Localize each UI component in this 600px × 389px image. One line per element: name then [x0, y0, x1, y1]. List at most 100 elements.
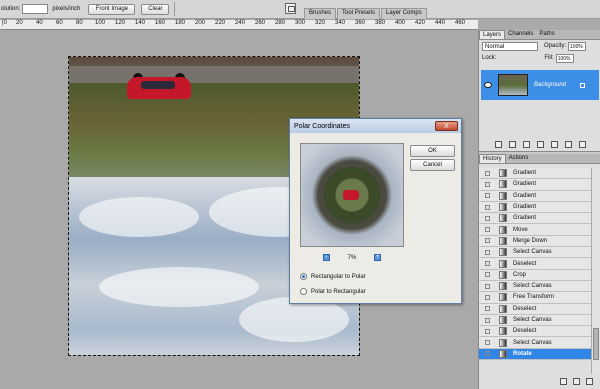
layer-row-background[interactable]: Background	[481, 70, 599, 100]
history-brush-source-icon[interactable]	[485, 238, 490, 244]
history-item[interactable]: Deselect	[479, 258, 591, 270]
history-brush-source-icon[interactable]	[485, 181, 490, 187]
history-item[interactable]: Gradient	[479, 190, 591, 202]
ruler-label: 320	[315, 20, 326, 26]
workspace-icon[interactable]	[285, 3, 296, 14]
options-separator	[174, 2, 176, 16]
snapshot-icon[interactable]	[573, 377, 580, 385]
zoom-out-icon[interactable]: -	[322, 254, 330, 261]
history-item[interactable]: Gradient	[479, 213, 591, 225]
ruler-label: 280	[275, 20, 286, 26]
history-item[interactable]: Deselect	[479, 326, 591, 338]
history-brush-source-icon[interactable]	[485, 351, 490, 357]
history-brush-source-icon[interactable]	[485, 317, 490, 323]
history-item[interactable]: Merge Down	[479, 235, 591, 248]
zoom-controls: - 7% +	[300, 254, 404, 261]
folder-icon[interactable]	[550, 140, 558, 148]
mask-icon[interactable]	[522, 140, 530, 148]
clear-button[interactable]: Clear	[141, 3, 170, 15]
tab-layer-comps[interactable]: Layer Comps	[381, 8, 427, 19]
resolution-input[interactable]	[22, 4, 49, 14]
history-brush-source-icon[interactable]	[485, 204, 490, 210]
history-list: Gradient Gradient Gradient Gradient Gradient…	[479, 168, 591, 361]
trash-icon[interactable]	[586, 377, 593, 385]
ruler-label: 300	[295, 20, 306, 26]
panel-well: Brushes Tool Presets Layer Comps	[304, 8, 428, 19]
history-item[interactable]: Select Canvas	[479, 280, 591, 293]
history-brush-source-icon[interactable]	[485, 283, 490, 289]
history-brush-source-icon[interactable]	[485, 328, 490, 334]
history-item[interactable]: Rotate	[479, 348, 591, 361]
tab-channels[interactable]: Channels	[505, 30, 536, 39]
adjustment-icon[interactable]	[536, 140, 544, 148]
history-item-label: Merge Down	[513, 237, 548, 244]
top-ruler: |0 20 40 60 80 100 120 140 160 180 200 2…	[0, 20, 478, 30]
history-brush-source-icon[interactable]	[485, 193, 490, 199]
resolution-units-select[interactable]: pixels/inch	[52, 6, 80, 12]
history-item-label: Select Canvas	[513, 249, 552, 256]
history-item[interactable]: Gradient	[479, 179, 591, 191]
zoom-in-icon[interactable]: +	[374, 254, 382, 261]
ruler-label: 400	[395, 20, 406, 26]
history-item[interactable]: Move	[479, 224, 591, 236]
tab-history[interactable]: History	[479, 154, 506, 163]
history-item[interactable]: Crop	[479, 269, 591, 281]
history-item-label: Select Canvas	[513, 339, 552, 346]
history-brush-source-icon[interactable]	[485, 272, 490, 278]
history-item[interactable]: Select Canvas	[479, 314, 591, 327]
tab-paths[interactable]: Paths	[536, 30, 557, 39]
history-brush-source-icon[interactable]	[485, 249, 490, 255]
history-scrollbar[interactable]	[591, 168, 600, 374]
history-brush-source-icon[interactable]	[485, 227, 490, 233]
history-state-icon	[499, 248, 507, 257]
dialog-titlebar[interactable]: Polar Coordinates X	[290, 119, 461, 133]
radio-button-icon[interactable]	[300, 273, 307, 280]
history-item[interactable]: Select Canvas	[479, 337, 591, 349]
ruler-label: 380	[375, 20, 386, 26]
ok-button[interactable]: OK	[410, 145, 455, 157]
layers-tabs: Layers Channels Paths	[479, 30, 600, 40]
tab-tool-presets[interactable]: Tool Presets	[337, 8, 381, 19]
opacity-input[interactable]: 100%	[568, 41, 587, 51]
history-item[interactable]: Gradient	[479, 201, 591, 214]
radio-label: Rectangular to Polar	[311, 273, 366, 280]
history-brush-source-icon[interactable]	[485, 294, 490, 300]
history-item[interactable]: Gradient	[479, 168, 591, 180]
radio-button-icon[interactable]	[300, 288, 307, 295]
new-document-icon[interactable]	[560, 377, 567, 385]
history-state-icon	[499, 169, 507, 178]
front-image-button[interactable]: Front Image	[88, 3, 136, 15]
history-item-label: Crop	[513, 271, 527, 278]
close-icon[interactable]: X	[435, 121, 458, 131]
cancel-button[interactable]: Cancel	[410, 159, 455, 171]
history-state-icon	[499, 225, 507, 234]
tab-actions[interactable]: Actions	[506, 154, 532, 163]
history-brush-source-icon[interactable]	[485, 340, 490, 346]
trash-icon[interactable]	[578, 140, 586, 148]
new-layer-icon[interactable]	[564, 140, 572, 148]
radio-rect-to-polar[interactable]: Rectangular to Polar	[300, 273, 366, 280]
filter-preview[interactable]	[300, 143, 404, 247]
history-item-label: Move	[513, 226, 528, 233]
fx-icon[interactable]	[508, 140, 516, 148]
radio-polar-to-rect[interactable]: Polar to Rectangular	[300, 288, 366, 295]
history-item-label: Deselect	[513, 260, 537, 267]
history-brush-source-icon[interactable]	[485, 170, 490, 176]
history-brush-source-icon[interactable]	[485, 306, 490, 312]
ruler-label: 420	[415, 20, 426, 26]
zoom-level: 7%	[347, 254, 357, 261]
tab-layers[interactable]: Layers	[479, 30, 506, 39]
history-state-icon	[499, 293, 507, 302]
history-brush-source-icon[interactable]	[485, 215, 490, 221]
resolution-label: olution:	[1, 6, 21, 12]
history-item[interactable]: Free Transform	[479, 292, 591, 304]
history-item[interactable]: Select Canvas	[479, 247, 591, 259]
tab-brushes[interactable]: Brushes	[304, 8, 337, 19]
link-icon[interactable]	[494, 140, 502, 148]
history-item[interactable]: Deselect	[479, 303, 591, 315]
fill-input[interactable]: 100%	[555, 53, 574, 63]
eye-icon[interactable]	[484, 82, 492, 88]
blend-mode-select[interactable]: Normal	[482, 41, 538, 51]
scroll-thumb[interactable]	[593, 328, 599, 360]
history-brush-source-icon[interactable]	[485, 261, 490, 267]
